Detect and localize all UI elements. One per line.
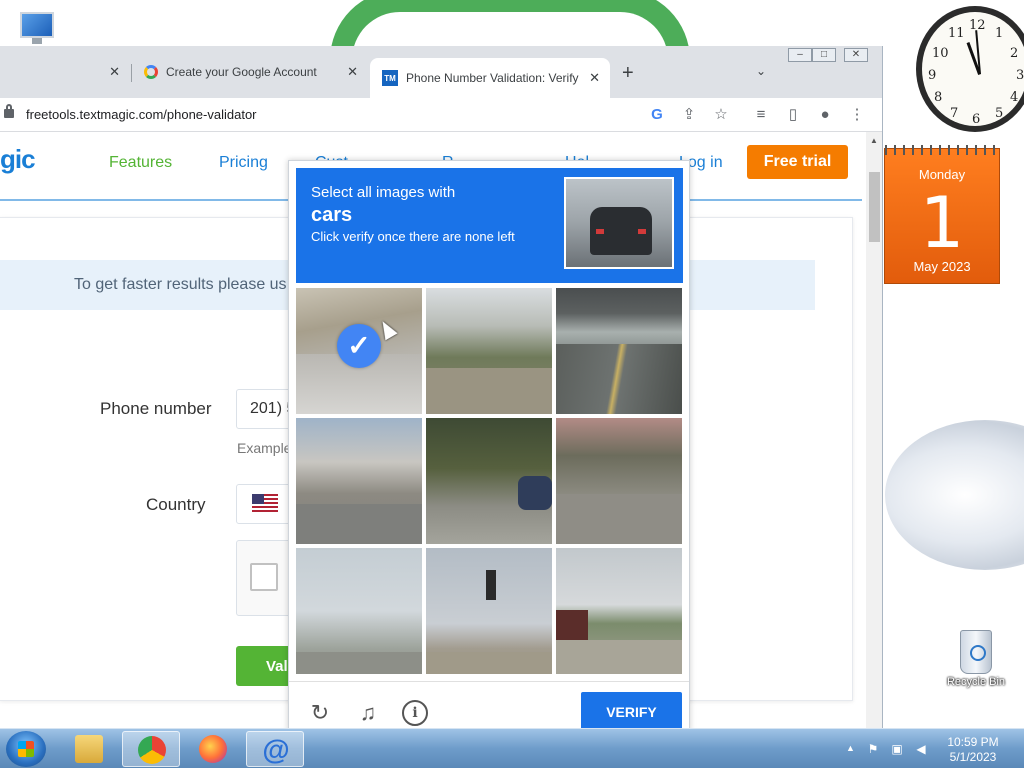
maximize-icon[interactable]: □ [812,48,836,62]
clock-number: 6 [972,112,981,127]
calendar-day-of-week: Monday [918,167,966,182]
clock-number: 10 [932,46,949,61]
clock-number: 5 [995,106,1004,121]
taskbar-chrome[interactable] [122,731,180,767]
clock-number: 7 [950,106,959,121]
clock-number: 1 [995,26,1004,41]
firefox-icon [199,735,227,763]
challenge-footer: ↻ ♫ i VERIFY [289,681,689,733]
captcha-tile-2[interactable] [426,288,552,414]
action-center-icon[interactable]: ⚑ [866,742,880,756]
close-window-icon[interactable]: ✕ [844,48,868,62]
google-icon [144,65,158,79]
close-tab-icon[interactable]: ✕ [589,70,600,86]
captcha-tile-8[interactable] [426,548,552,674]
captcha-tile-3[interactable] [556,288,682,414]
validate-button[interactable]: Vali [236,646,296,686]
site-logo[interactable]: gic [0,144,36,175]
challenge-keyword: cars [311,204,353,226]
phone-number-label: Phone number [100,399,212,418]
system-clock[interactable]: 10:59 PM 5/1/2023 [940,735,1006,765]
calendar-gadget: Monday 1 May 2023 [884,145,1001,284]
minimize-icon[interactable]: – [788,48,812,62]
clock-number: 2 [1010,46,1019,61]
tab-search-chevron-icon[interactable]: ⌄ [756,64,766,78]
country-label: Country [146,495,206,514]
taskbar-explorer[interactable] [60,731,118,767]
url-field[interactable]: freetools.textmagic.com/phone-validator [26,107,257,122]
captcha-tile-1[interactable]: ✓ [296,288,422,414]
menu-kebab-icon[interactable]: ⋮ [848,106,866,124]
free-trial-button[interactable]: Free trial [747,145,848,179]
show-hidden-icons[interactable]: ▲ [846,743,855,753]
network-icon[interactable]: ▣ [890,742,904,756]
folder-icon [75,735,103,763]
side-panel-icon[interactable]: ▯ [784,106,802,124]
share-icon[interactable]: ⇪ [680,106,698,124]
recycle-bin-label: Recycle Bin [946,676,1006,688]
tab-partial[interactable]: ✕ [0,58,130,86]
volume-icon[interactable]: ◀ [914,742,928,756]
captcha-tile-5[interactable] [426,418,552,544]
tab-strip: ✕ Create your Google Account ✕ TM Phone … [0,46,882,98]
recaptcha-challenge: Select all images with cars Click verify… [288,160,690,733]
calendar-day: 1 [919,182,965,264]
clock-number: 4 [1010,90,1019,105]
at-sign-icon: @ [262,734,290,765]
captcha-tile-6[interactable] [556,418,682,544]
taskbar-firefox[interactable] [184,731,242,767]
challenge-header: Select all images with cars Click verify… [296,168,683,283]
close-tab-icon[interactable]: ✕ [109,64,120,80]
us-flag-icon [252,494,278,512]
reload-icon[interactable]: ↻ [307,700,333,726]
recycle-bin-icon[interactable]: Recycle Bin [944,630,1008,688]
challenge-instruction: Select all images with [311,184,456,201]
clock-gadget: 12 1 2 3 4 5 6 7 8 9 10 11 [916,6,1024,132]
clock-number: 3 [1016,68,1024,83]
media-icon[interactable]: ≡ [752,106,770,124]
bookmark-star-icon[interactable]: ☆ [712,106,730,124]
selected-checkmark-icon: ✓ [337,324,381,368]
wallpaper-blob [885,420,1024,570]
clock-time: 10:59 PM [947,735,999,749]
sample-image [564,177,674,269]
profile-icon[interactable]: ● [816,106,834,124]
textmagic-icon: TM [382,70,398,86]
chrome-icon [138,736,166,764]
scroll-up-icon[interactable]: ▲ [870,136,878,145]
captcha-tile-7[interactable] [296,548,422,674]
start-button[interactable] [6,731,46,767]
tab-label: Create your Google Account [166,65,317,79]
google-lens-icon[interactable]: G [648,106,666,124]
info-icon[interactable]: i [402,700,428,726]
challenge-subtext: Click verify once there are none left [311,229,515,244]
taskbar: @ ▲ ⚑ ▣ ◀ 10:59 PM 5/1/2023 [0,728,1024,768]
tab-label: Phone Number Validation: Verify [406,71,579,85]
recaptcha-checkbox[interactable] [250,563,278,591]
audio-challenge-icon[interactable]: ♫ [355,700,381,726]
taskbar-email-client[interactable]: @ [246,731,304,767]
windows-logo-icon [18,741,34,757]
clock-number: 11 [948,26,965,41]
tab-google-account[interactable]: Create your Google Account ✕ [132,58,368,86]
captcha-tile-9[interactable] [556,548,682,674]
tab-phone-validation[interactable]: TM Phone Number Validation: Verify ✕ [370,58,610,98]
lock-icon[interactable] [4,104,14,118]
computer-icon[interactable] [14,8,62,48]
nav-pricing[interactable]: Pricing [219,154,268,172]
page-scrollbar[interactable]: ▲ [866,132,882,728]
clock-number: 9 [928,68,937,83]
close-tab-icon[interactable]: ✕ [347,64,358,80]
captcha-tile-4[interactable] [296,418,422,544]
clock-date: 5/1/2023 [949,750,997,764]
new-tab-icon[interactable]: + [622,62,634,85]
verify-button[interactable]: VERIFY [581,692,682,733]
nav-features[interactable]: Features [109,154,172,172]
clock-number: 8 [934,90,943,105]
calendar-month-year: May 2023 [913,259,971,274]
scrollbar-thumb[interactable] [869,172,880,242]
address-bar: freetools.textmagic.com/phone-validator … [0,98,882,132]
example-hint: Example [237,440,292,456]
